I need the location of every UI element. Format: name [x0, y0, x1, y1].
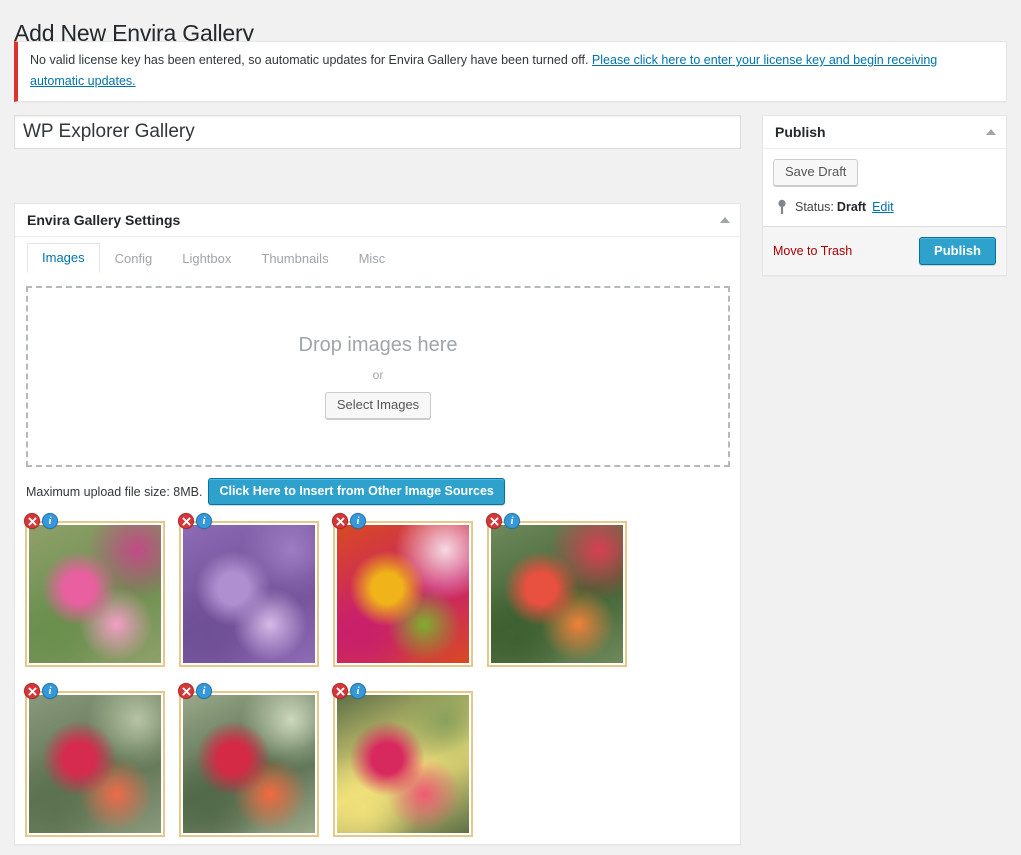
- gallery-thumbnail-image: [491, 525, 623, 663]
- gallery-thumbnail-frame[interactable]: [179, 691, 319, 837]
- dropzone-title: Drop images here: [298, 334, 458, 356]
- info-icon[interactable]: i: [42, 683, 58, 699]
- gallery-thumbnail-image: [29, 525, 161, 663]
- remove-x-icon[interactable]: [178, 513, 194, 529]
- remove-x-icon[interactable]: [24, 683, 40, 699]
- remove-x-icon[interactable]: [332, 683, 348, 699]
- publish-title: Publish: [775, 124, 826, 140]
- gallery-thumbnail-item[interactable]: i: [330, 513, 484, 675]
- settings-tabs: Images Config Lightbox Thumbnails Misc: [15, 237, 740, 273]
- info-icon[interactable]: i: [504, 513, 520, 529]
- select-images-button[interactable]: Select Images: [324, 392, 432, 419]
- gallery-thumbnail-grid: i i i i i i i: [22, 513, 732, 853]
- publish-button[interactable]: Publish: [919, 237, 996, 265]
- gallery-thumbnail-frame[interactable]: [179, 521, 319, 667]
- remove-x-icon[interactable]: [332, 513, 348, 529]
- publish-metabox: Publish Save Draft Status: Draft Edit Mo…: [762, 115, 1007, 276]
- insert-from-other-sources-button[interactable]: Click Here to Insert from Other Image So…: [208, 478, 505, 505]
- dropzone-or-label: or: [372, 368, 384, 382]
- status-label: Status:: [795, 200, 834, 214]
- remove-x-icon[interactable]: [24, 513, 40, 529]
- gallery-thumbnail-image: [337, 525, 469, 663]
- tab-config[interactable]: Config: [100, 244, 168, 273]
- chevron-up-icon[interactable]: [720, 217, 730, 223]
- remove-x-icon[interactable]: [486, 513, 502, 529]
- tab-images[interactable]: Images: [27, 243, 100, 273]
- upload-info-row: Maximum upload file size: 8MB. Click Her…: [26, 478, 505, 505]
- gallery-thumbnail-item[interactable]: i: [484, 513, 638, 675]
- max-upload-size-label: Maximum upload file size: 8MB.: [26, 484, 203, 499]
- license-notice-message: No valid license key has been entered, s…: [30, 53, 592, 67]
- move-to-trash-link[interactable]: Move to Trash: [773, 244, 852, 258]
- info-icon[interactable]: i: [196, 683, 212, 699]
- metabox-title: Envira Gallery Settings: [27, 212, 181, 228]
- image-dropzone[interactable]: Drop images here or Select Images: [26, 286, 730, 467]
- info-icon[interactable]: i: [196, 513, 212, 529]
- gallery-thumbnail-item[interactable]: i: [176, 513, 330, 675]
- remove-x-icon[interactable]: [178, 683, 194, 699]
- metabox-header: Envira Gallery Settings: [15, 204, 740, 237]
- gallery-thumbnail-frame[interactable]: [333, 521, 473, 667]
- status-edit-link[interactable]: Edit: [872, 200, 894, 214]
- gallery-thumbnail-image: [337, 695, 469, 833]
- publish-body: Save Draft Status: Draft Edit: [763, 149, 1006, 226]
- gallery-thumbnail-item[interactable]: i: [22, 513, 176, 675]
- gallery-thumbnail-item[interactable]: i: [176, 683, 330, 845]
- gallery-thumbnail-frame[interactable]: [25, 521, 165, 667]
- publish-footer: Move to Trash Publish: [763, 226, 1006, 275]
- gallery-thumbnail-item[interactable]: i: [330, 683, 484, 845]
- gallery-thumbnail-image: [183, 525, 315, 663]
- pin-icon: [773, 198, 791, 216]
- gallery-thumbnail-frame[interactable]: [487, 521, 627, 667]
- chevron-up-icon[interactable]: [986, 129, 996, 135]
- info-icon[interactable]: i: [350, 513, 366, 529]
- status-value: Draft: [836, 200, 867, 214]
- info-icon[interactable]: i: [350, 683, 366, 699]
- gallery-thumbnail-image: [29, 695, 161, 833]
- gallery-thumbnail-image: [183, 695, 315, 833]
- tab-lightbox[interactable]: Lightbox: [167, 244, 246, 273]
- post-status-row: Status: Draft Edit: [773, 198, 996, 216]
- gallery-thumbnail-item[interactable]: i: [22, 683, 176, 845]
- save-draft-button[interactable]: Save Draft: [773, 159, 859, 186]
- info-icon[interactable]: i: [42, 513, 58, 529]
- gallery-thumbnail-frame[interactable]: [25, 691, 165, 837]
- gallery-title-input[interactable]: [14, 115, 741, 149]
- gallery-thumbnail-frame[interactable]: [333, 691, 473, 837]
- tab-thumbnails[interactable]: Thumbnails: [246, 244, 343, 273]
- publish-header: Publish: [763, 116, 1006, 149]
- tab-misc[interactable]: Misc: [344, 244, 401, 273]
- admin-page: Add New Envira Gallery No valid license …: [0, 0, 1021, 855]
- license-notice-text: No valid license key has been entered, s…: [30, 50, 994, 92]
- license-notice: No valid license key has been entered, s…: [14, 41, 1007, 102]
